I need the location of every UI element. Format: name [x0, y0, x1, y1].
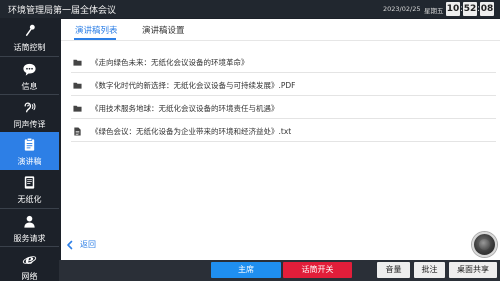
sidebar-item-label: 网络	[21, 272, 38, 281]
list-item[interactable]: 《数字化时代的新选择：无纸化会议设备与可持续发展》.PDF	[71, 76, 496, 96]
file-name: 《用技术服务地球：无纸化会议设备的环境责任与机遇》	[91, 104, 279, 113]
list-item[interactable]: 《绿色会议：无纸化设备为企业带来的环境和经济益处》.txt	[71, 122, 496, 142]
date-label: 2023/02/25	[383, 5, 421, 13]
svg-text:e: e	[25, 253, 33, 267]
sidebar-item-label: 信息	[21, 82, 38, 91]
sidebar-item-speeches[interactable]: 演讲稿	[0, 132, 59, 170]
sidebar-item-label: 演讲稿	[17, 157, 42, 166]
mic-switch-button[interactable]: 话筒开关	[283, 262, 352, 278]
back-label: 返回	[80, 240, 96, 249]
tablet-icon	[24, 176, 35, 189]
floating-button-core	[479, 239, 490, 250]
sidebar-item-mic-control[interactable]: 话筒控制	[0, 18, 59, 56]
app-title: 环境管理局第一届全体会议	[8, 6, 117, 16]
document-icon	[24, 137, 35, 151]
sidebar-item-network[interactable]: e 网络	[0, 246, 59, 281]
tab-speech-settings[interactable]: 演讲稿设置	[142, 24, 185, 36]
sidebar-item-label: 无纸化	[17, 195, 42, 204]
annotate-button[interactable]: 批注	[414, 262, 445, 278]
file-name: 《数字化时代的新选择：无纸化会议设备与可持续发展》.PDF	[91, 81, 296, 90]
sidebar: 话筒控制 信息 同声传译 演讲稿 无纸化 服务请求 e 网络	[0, 18, 59, 281]
user-icon	[24, 215, 35, 228]
chat-bubble-icon	[23, 63, 36, 76]
list-item[interactable]: 《用技术服务地球：无纸化会议设备的环境责任与机遇》	[71, 99, 496, 119]
browser-icon: e	[22, 253, 37, 267]
title-bar: 环境管理局第一届全体会议 2023/02/25 星期五 10 : 52 : 08	[0, 0, 500, 18]
sidebar-item-label: 同声传译	[13, 120, 46, 129]
clock-seconds: 08	[480, 2, 494, 16]
ear-icon	[24, 102, 36, 113]
file-icon	[74, 127, 81, 136]
main-panel: 演讲稿列表 演讲稿设置 《走向绿色未来：无纸化会议设备的环境革命》 《数字化时代…	[61, 19, 500, 260]
clock-hours: 10	[446, 2, 460, 16]
microphone-icon	[25, 24, 35, 36]
tab-bar: 演讲稿列表 演讲稿设置	[61, 19, 500, 41]
active-tab-indicator	[74, 38, 116, 40]
weekday-label: 星期五	[424, 7, 444, 15]
folder-icon	[73, 105, 82, 112]
file-name: 《走向绿色未来：无纸化会议设备的环境革命》	[91, 58, 249, 67]
sidebar-item-label: 服务请求	[13, 234, 46, 243]
sidebar-item-paperless[interactable]: 无纸化	[0, 170, 59, 208]
chevron-left-icon	[67, 240, 73, 250]
folder-icon	[73, 82, 82, 89]
sidebar-item-service-request[interactable]: 服务请求	[0, 208, 59, 246]
sidebar-item-interpretation[interactable]: 同声传译	[0, 94, 59, 132]
file-name: 《绿色会议：无纸化设备为企业带来的环境和经济益处》.txt	[91, 127, 292, 136]
sidebar-item-label: 话筒控制	[13, 43, 46, 52]
floating-assistive-button[interactable]	[472, 232, 497, 257]
desktop-share-button[interactable]: 桌面共享	[449, 262, 497, 278]
sidebar-item-messages[interactable]: 信息	[0, 56, 59, 94]
volume-button[interactable]: 音量	[377, 262, 410, 278]
folder-icon	[73, 59, 82, 66]
tab-speech-list[interactable]: 演讲稿列表	[75, 24, 118, 36]
clock-minutes: 52	[463, 2, 477, 16]
bottom-toolbar: 主席 话筒开关 音量 批注 桌面共享	[59, 260, 500, 281]
chair-button[interactable]: 主席	[211, 262, 281, 278]
list-item[interactable]: 《走向绿色未来：无纸化会议设备的环境革命》	[71, 53, 496, 73]
